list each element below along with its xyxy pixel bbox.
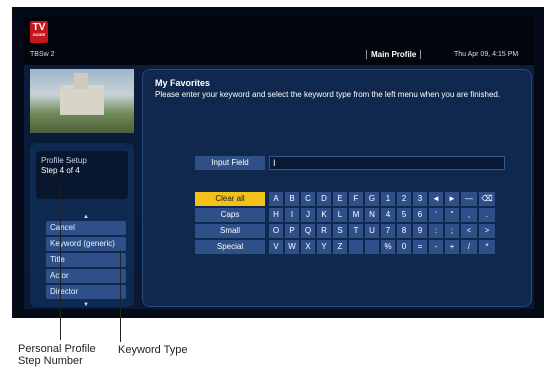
scroll-up-icon[interactable]: ▲ (46, 213, 126, 221)
key-m[interactable]: M (349, 208, 363, 222)
profile-label: Main Profile (366, 50, 422, 59)
menu-item-title[interactable]: Title (46, 253, 126, 267)
input-field-label: Input Field (195, 156, 265, 170)
key-less-than[interactable]: < (461, 224, 477, 238)
key-8[interactable]: 8 (397, 224, 411, 238)
cursor-left-icon[interactable]: ◄ (429, 192, 443, 206)
menu-item-keyword-generic[interactable]: Keyword (generic) (46, 237, 126, 251)
thumbnail-tower (74, 73, 88, 89)
instructions-text: Please enter your keyword and select the… (155, 90, 501, 99)
keyboard-row: Special V W X Y Z % 0 = - + / * (195, 240, 497, 254)
callout-personal-profile-step: Personal Profile Step Number (18, 343, 96, 367)
key-k[interactable]: K (317, 208, 331, 222)
key-g[interactable]: G (365, 192, 379, 206)
key-j[interactable]: J (301, 208, 315, 222)
key-p[interactable]: P (285, 224, 299, 238)
key-d[interactable]: D (317, 192, 331, 206)
key-e[interactable]: E (333, 192, 347, 206)
keyword-input[interactable]: I (269, 156, 505, 170)
tv-guide-logo: TV GUIDE (30, 21, 48, 43)
key-4[interactable]: 4 (381, 208, 395, 222)
callout-line-step (60, 185, 61, 340)
menu-item-cancel[interactable]: Cancel (46, 221, 126, 235)
key-percent[interactable]: % (381, 240, 395, 254)
key-f[interactable]: F (349, 192, 363, 206)
callout-line-keyword (120, 250, 121, 342)
special-button[interactable]: Special (195, 240, 265, 254)
key-c[interactable]: C (301, 192, 315, 206)
key-z[interactable]: Z (333, 240, 347, 254)
key-6[interactable]: 6 (413, 208, 427, 222)
key-v[interactable]: V (269, 240, 283, 254)
tv-screen: TV GUIDE TBSw 2 Main Profile Thu Apr 09,… (24, 17, 534, 309)
key-equals[interactable]: = (413, 240, 427, 254)
key-i[interactable]: I (285, 208, 299, 222)
key-1[interactable]: 1 (381, 192, 395, 206)
key-x[interactable]: X (301, 240, 315, 254)
key-period[interactable]: . (479, 208, 495, 222)
menu-item-director[interactable]: Director (46, 285, 126, 299)
keyboard-row: Clear all A B C D E F G 1 2 3 ◄ ► — ⌫ (195, 192, 497, 206)
key-minus[interactable]: - (429, 240, 443, 254)
key-greater-than[interactable]: > (479, 224, 495, 238)
space-key[interactable]: — (461, 192, 477, 206)
key-0[interactable]: 0 (397, 240, 411, 254)
key-y[interactable]: Y (317, 240, 331, 254)
panel-title: My Favorites (155, 78, 211, 88)
key-3[interactable]: 3 (413, 192, 427, 206)
key-u[interactable]: U (365, 224, 379, 238)
profile-setup-title: Profile Setup (41, 156, 87, 165)
key-9[interactable]: 9 (413, 224, 427, 238)
small-button[interactable]: Small (195, 224, 265, 238)
key-blank[interactable] (365, 240, 379, 254)
key-asterisk[interactable]: * (479, 240, 495, 254)
thumbnail-building (60, 85, 104, 115)
key-quote[interactable]: " (445, 208, 459, 222)
on-screen-keyboard: Clear all A B C D E F G 1 2 3 ◄ ► — ⌫ Ca… (195, 192, 497, 256)
key-5[interactable]: 5 (397, 208, 411, 222)
tv-frame: TV GUIDE TBSw 2 Main Profile Thu Apr 09,… (12, 7, 544, 318)
key-s[interactable]: S (333, 224, 347, 238)
key-7[interactable]: 7 (381, 224, 395, 238)
keyword-type-menu: ▲ Cancel Keyword (generic) Title Actor D… (46, 213, 126, 309)
left-panel: Profile Setup Step 4 of 4 ▲ Cancel Keywo… (30, 143, 134, 309)
key-plus[interactable]: + (445, 240, 459, 254)
key-2[interactable]: 2 (397, 192, 411, 206)
key-semicolon[interactable]: ; (445, 224, 459, 238)
step-number: Step 4 of 4 (41, 166, 80, 175)
key-colon[interactable]: : (429, 224, 443, 238)
keyboard-row: Small O P Q R S T U 7 8 9 : ; < > (195, 224, 497, 238)
video-thumbnail (30, 69, 134, 133)
key-r[interactable]: R (317, 224, 331, 238)
backspace-icon[interactable]: ⌫ (479, 192, 495, 206)
key-w[interactable]: W (285, 240, 299, 254)
key-b[interactable]: B (285, 192, 299, 206)
top-bar: TV GUIDE TBSw 2 Main Profile Thu Apr 09,… (24, 17, 534, 65)
key-blank[interactable] (349, 240, 363, 254)
main-panel: My Favorites Please enter your keyword a… (142, 69, 532, 307)
key-l[interactable]: L (333, 208, 347, 222)
key-n[interactable]: N (365, 208, 379, 222)
caps-button[interactable]: Caps (195, 208, 265, 222)
key-comma[interactable]: , (461, 208, 477, 222)
key-slash[interactable]: / (461, 240, 477, 254)
menu-item-actor[interactable]: Actor (46, 269, 126, 283)
key-a[interactable]: A (269, 192, 283, 206)
keyboard-row: Caps H I J K L M N 4 5 6 ' " , . (195, 208, 497, 222)
key-t[interactable]: T (349, 224, 363, 238)
key-apostrophe[interactable]: ' (429, 208, 443, 222)
key-o[interactable]: O (269, 224, 283, 238)
scroll-down-icon[interactable]: ▼ (46, 301, 126, 309)
cursor-right-icon[interactable]: ► (445, 192, 459, 206)
clear-all-button[interactable]: Clear all (195, 192, 265, 206)
datetime-label: Thu Apr 09, 4:15 PM (454, 51, 519, 58)
callout-keyword-type: Keyword Type (118, 344, 188, 356)
channel-label: TBSw 2 (30, 51, 55, 58)
key-q[interactable]: Q (301, 224, 315, 238)
key-h[interactable]: H (269, 208, 283, 222)
profile-step-box: Profile Setup Step 4 of 4 (36, 151, 128, 199)
logo-text-bottom: GUIDE (32, 32, 46, 37)
